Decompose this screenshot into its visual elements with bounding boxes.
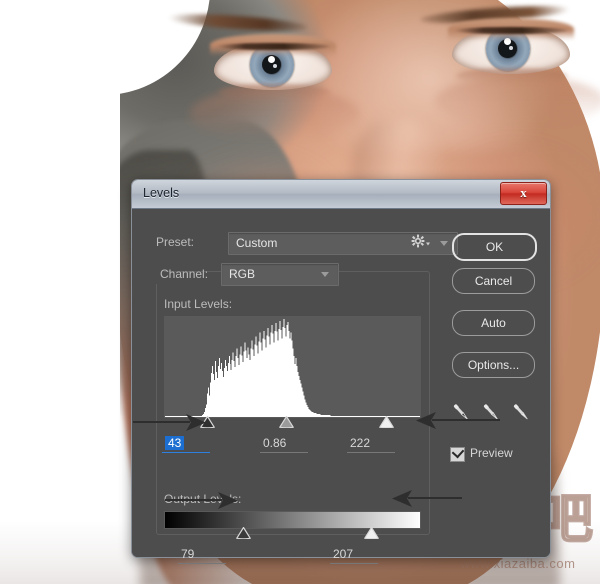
output-black-point-slider[interactable] bbox=[235, 527, 251, 539]
input-gamma-field[interactable]: 0.86 bbox=[260, 436, 308, 453]
left-eye-lower-lid bbox=[218, 84, 330, 100]
input-levels-label: Input Levels: bbox=[164, 297, 233, 311]
input-gamma-value: 0.86 bbox=[263, 436, 287, 450]
input-gamma-slider[interactable] bbox=[279, 416, 295, 428]
preset-options-menu-button[interactable] bbox=[410, 232, 432, 252]
channel-row: Channel: RGB bbox=[156, 263, 339, 286]
cancel-button[interactable]: Cancel bbox=[452, 268, 535, 294]
set-black-point-eyedropper[interactable] bbox=[450, 401, 472, 423]
input-white-value: 222 bbox=[350, 436, 371, 450]
dialog-title: Levels bbox=[143, 186, 180, 200]
dialog-titlebar[interactable]: Levels x bbox=[132, 180, 550, 209]
options-button-label: Options... bbox=[467, 358, 520, 372]
auto-button[interactable]: Auto bbox=[452, 310, 535, 336]
close-icon: x bbox=[520, 185, 527, 200]
input-black-point-slider[interactable] bbox=[199, 416, 215, 428]
chevron-down-icon bbox=[440, 241, 449, 246]
preset-value: Custom bbox=[236, 236, 278, 250]
gear-icon bbox=[411, 234, 430, 248]
output-black-field[interactable]: 79 bbox=[178, 547, 226, 564]
channel-dropdown[interactable]: RGB bbox=[221, 263, 339, 286]
auto-button-label: Auto bbox=[481, 316, 506, 330]
input-levels-slider-track[interactable] bbox=[164, 416, 419, 430]
options-button[interactable]: Options... bbox=[452, 352, 535, 378]
set-white-point-eyedropper[interactable] bbox=[510, 401, 532, 423]
output-white-field[interactable]: 207 bbox=[330, 547, 378, 564]
check-icon bbox=[451, 445, 465, 459]
input-black-field[interactable]: 43 bbox=[162, 436, 210, 453]
cancel-button-label: Cancel bbox=[474, 274, 513, 288]
input-white-field[interactable]: 222 bbox=[347, 436, 395, 453]
channel-value: RGB bbox=[229, 267, 256, 281]
preset-label: Preset: bbox=[156, 235, 195, 249]
preview-checkbox[interactable] bbox=[450, 445, 465, 462]
output-levels-slider-track[interactable] bbox=[164, 527, 419, 541]
set-gray-point-eyedropper[interactable] bbox=[480, 401, 502, 423]
right-eye-glint-secondary bbox=[509, 46, 513, 50]
chevron-down-icon bbox=[321, 272, 330, 277]
output-white-value: 207 bbox=[333, 547, 354, 561]
ok-button-label: OK bbox=[485, 240, 504, 254]
dialog-body: Preset: Custom Channel: RGB Input Levels… bbox=[132, 209, 550, 564]
histogram-plot bbox=[165, 319, 420, 417]
levels-dialog: Levels x Preset: Custom Channel: RGB Inp… bbox=[131, 179, 551, 564]
right-eye-lower-lid bbox=[456, 68, 568, 84]
ok-button[interactable]: OK bbox=[452, 233, 537, 261]
output-levels-label: Output Levels: bbox=[164, 492, 242, 506]
right-eye-lashes bbox=[454, 27, 568, 34]
preview-label: Preview bbox=[470, 446, 513, 460]
left-eye-lashes bbox=[216, 43, 330, 50]
output-white-point-slider[interactable] bbox=[363, 527, 379, 539]
channel-label: Channel: bbox=[160, 267, 209, 281]
left-eye-glint bbox=[268, 56, 275, 63]
close-button[interactable]: x bbox=[500, 182, 547, 205]
eyedropper-group bbox=[450, 401, 536, 425]
left-eye-glint-secondary bbox=[273, 64, 277, 68]
right-eye bbox=[448, 18, 574, 84]
output-black-value: 79 bbox=[181, 547, 195, 561]
input-black-value: 43 bbox=[165, 436, 185, 450]
histogram bbox=[164, 316, 421, 418]
left-eye bbox=[210, 34, 336, 100]
input-white-point-slider[interactable] bbox=[378, 416, 394, 428]
